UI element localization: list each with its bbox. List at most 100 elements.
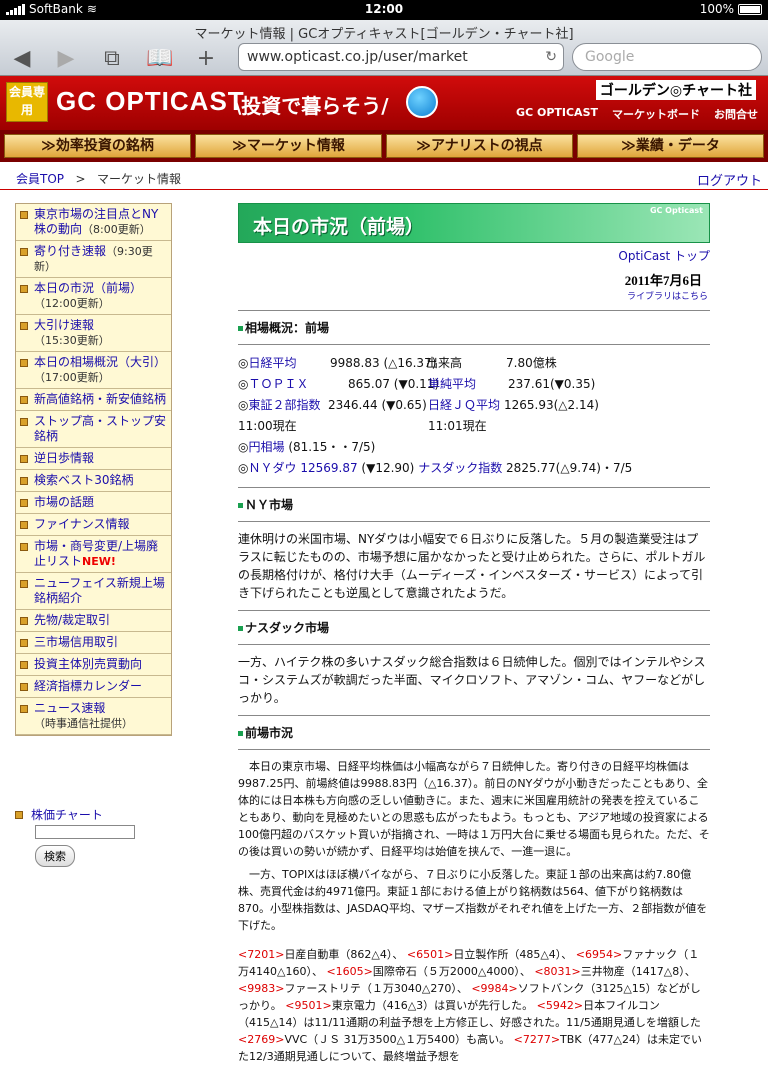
sidebar-item[interactable]: 逆日歩情報 <box>16 448 171 470</box>
yen-link[interactable]: 円相場 <box>248 440 284 454</box>
divider <box>238 610 710 611</box>
nav-efficient-stocks[interactable]: ≫効率投資の銘柄 <box>4 134 191 158</box>
sidebar-link[interactable]: 投資主体別売買動向 <box>34 657 142 672</box>
stock-code-link[interactable]: <6501> <box>407 948 453 961</box>
sidebar-link[interactable]: 経済指標カレンダー <box>34 679 142 694</box>
pages-icon[interactable]: ⧉ <box>98 45 126 73</box>
top-link-contact[interactable]: お問合せ <box>714 106 758 122</box>
logout-link[interactable]: ログアウト <box>697 170 762 189</box>
search-field[interactable]: Google <box>572 43 762 71</box>
top-link-board[interactable]: マーケットボード <box>612 106 700 122</box>
sidebar-item[interactable]: 経済指標カレンダー <box>16 676 171 698</box>
member-badge: 会員専用 <box>6 82 48 122</box>
sidebar-link[interactable]: 本日の市況（前場） <box>34 281 142 295</box>
sidebar-item[interactable]: 検索ベスト30銘柄 <box>16 470 171 492</box>
bullet-icon <box>20 359 28 367</box>
sidebar-link[interactable]: ストップ高・ストップ安銘柄 <box>34 414 168 444</box>
stock-code-link[interactable]: <9983> <box>238 982 284 995</box>
sidebar-item[interactable]: 本日の市況（前場） （12:00更新） <box>16 278 171 315</box>
sidebar-link[interactable]: 三市場信用取引 <box>34 635 118 650</box>
bookmarks-icon[interactable]: 📖 <box>146 45 174 73</box>
stock-code-link[interactable]: <9501> <box>285 999 331 1012</box>
sidebar-item[interactable]: 本日の相場概況（大引） （17:00更新） <box>16 352 171 389</box>
topix-link[interactable]: ＴＯＰＩＸ <box>248 377 308 391</box>
opticast-top-link[interactable]: OptiCast トップ <box>618 249 710 263</box>
nasdaq-value: 2825.77(△9.74)・7/5 <box>506 461 633 475</box>
stock-code-link[interactable]: <1605> <box>326 965 372 978</box>
address-text: www.opticast.co.jp/user/market <box>247 49 468 65</box>
dow-link[interactable]: ＮＹダウ <box>248 461 296 475</box>
topix-value: 865.07 (▼0.11) <box>348 377 440 391</box>
chart-search-input[interactable] <box>35 825 135 839</box>
nav-analyst-view[interactable]: ≫アナリストの視点 <box>386 134 573 158</box>
stock-code-link[interactable]: <6954> <box>576 948 622 961</box>
tse2-link[interactable]: 東証２部指数 <box>248 398 320 412</box>
sidebar-item[interactable]: ニューフェイス新規上場銘柄紹介 <box>16 573 171 610</box>
sidebar-item[interactable]: 先物/裁定取引 <box>16 610 171 632</box>
sidebar-link[interactable]: 市場の話題 <box>34 495 94 510</box>
sidebar-item[interactable]: 大引け速報 （15:30更新） <box>16 315 171 352</box>
nav-earnings-data[interactable]: ≫業績・データ <box>577 134 764 158</box>
reload-icon[interactable]: ↻ <box>545 44 557 70</box>
stock-text: 東京電力（416△3）は買いが先行した。 <box>331 999 534 1012</box>
sidebar-item[interactable]: ストップ高・ストップ安銘柄 <box>16 411 171 448</box>
breadcrumb-home-link[interactable]: 会員TOP <box>16 172 64 186</box>
sidebar-item[interactable]: ファイナンス情報 <box>16 514 171 536</box>
divider <box>238 749 710 750</box>
morning-text-1: 本日の東京市場、日経平均株価は小幅高ながら７日続伸した。寄り付きの日経平均株価は… <box>238 760 710 858</box>
sidebar-link[interactable]: 本日の相場概況（大引） <box>34 355 166 369</box>
stock-code-link[interactable]: <8031> <box>534 965 580 978</box>
jq-link[interactable]: 日経ＪＱ平均 <box>428 398 500 412</box>
sidebar-link[interactable]: 逆日歩情報 <box>34 451 94 466</box>
sidebar-link[interactable]: 大引け速報 <box>34 318 94 332</box>
top-links: GC OPTICAST マーケットボード お問合せ <box>516 106 758 122</box>
sidebar-link[interactable]: 寄り付き速報 <box>34 244 106 258</box>
sidebar-item[interactable]: 寄り付き速報（9:30更新） <box>16 241 171 278</box>
tse2-value: 2346.44 (▼0.65) <box>328 398 427 412</box>
sidebar-link[interactable]: ファイナンス情報 <box>34 517 130 532</box>
address-bar[interactable]: www.opticast.co.jp/user/market ↻ <box>238 43 564 71</box>
sidebar-item[interactable]: ニュース速報 （時事通信社提供） <box>16 698 171 735</box>
forward-arrow-icon[interactable]: ▶ <box>52 45 80 73</box>
library-link[interactable]: ライブラリはこちら <box>627 292 708 302</box>
sidebar-item[interactable]: 市場の話題 <box>16 492 171 514</box>
nasdaq-link[interactable]: ナスダック指数 <box>418 461 502 475</box>
mark: ◎ <box>238 356 249 370</box>
stock-code-link[interactable]: <2769> <box>238 1033 284 1046</box>
divider <box>238 644 710 645</box>
brand-logo[interactable]: ゴールデン◎チャート社 <box>595 80 756 100</box>
chart-search-label[interactable]: 株価チャート <box>31 806 103 823</box>
site-catchphrase: \投資で暮らそう/ <box>234 94 389 118</box>
sidebar-link[interactable]: ニュース速報 <box>34 701 105 715</box>
top-link-opticast[interactable]: GC OPTICAST <box>516 106 598 122</box>
sidebar-menu: 東京市場の注目点とNY株の動向（8:00更新） 寄り付き速報（9:30更新） 本… <box>15 203 172 736</box>
chart-search-button[interactable]: 検索 <box>35 845 75 867</box>
sidebar-link[interactable]: ニューフェイス新規上場銘柄紹介 <box>34 576 168 606</box>
divider <box>238 344 710 345</box>
sidebar-item[interactable]: 東京市場の注目点とNY株の動向（8:00更新） <box>16 204 171 241</box>
sidebar-link[interactable]: 検索ベスト30銘柄 <box>34 473 134 488</box>
stock-code-link[interactable]: <7277> <box>514 1033 560 1046</box>
dow-number-link[interactable]: 12569.87 <box>300 461 357 475</box>
bullet-icon <box>15 810 23 819</box>
stock-code-link[interactable]: <9984> <box>471 982 517 995</box>
morning-text-2: 一方、TOPIXはほぼ横バイながら、７日ぶりに小反落した。東証１部の出来高は約7… <box>238 868 708 932</box>
sidebar-item[interactable]: 新高値銘柄・新安値銘柄 <box>16 389 171 411</box>
stock-code-link[interactable]: <7201> <box>238 948 284 961</box>
bullet-icon <box>20 396 28 404</box>
report-date: 2011年7月6日 <box>624 273 702 288</box>
sidebar-link[interactable]: 新高値銘柄・新安値銘柄 <box>34 392 166 407</box>
back-arrow-icon[interactable]: ◀ <box>8 45 36 73</box>
nikkei-link[interactable]: 日経平均 <box>248 356 296 370</box>
divider <box>238 487 710 488</box>
sidebar-item[interactable]: 市場・商号変更/上場廃止リストNEW! <box>16 536 171 573</box>
site-logo[interactable]: GC OPTICAST <box>56 86 245 117</box>
sidebar-item[interactable]: 投資主体別売買動向 <box>16 654 171 676</box>
nav-market-info[interactable]: ≫マーケット情報 <box>195 134 382 158</box>
stock-code-link[interactable]: <5942> <box>537 999 583 1012</box>
sidebar-link[interactable]: 先物/裁定取引 <box>34 613 110 628</box>
sidebar-item[interactable]: 三市場信用取引 <box>16 632 171 654</box>
simple-avg-link[interactable]: 単純平均 <box>428 377 476 391</box>
divider <box>238 310 710 311</box>
add-icon[interactable]: + <box>192 45 220 73</box>
